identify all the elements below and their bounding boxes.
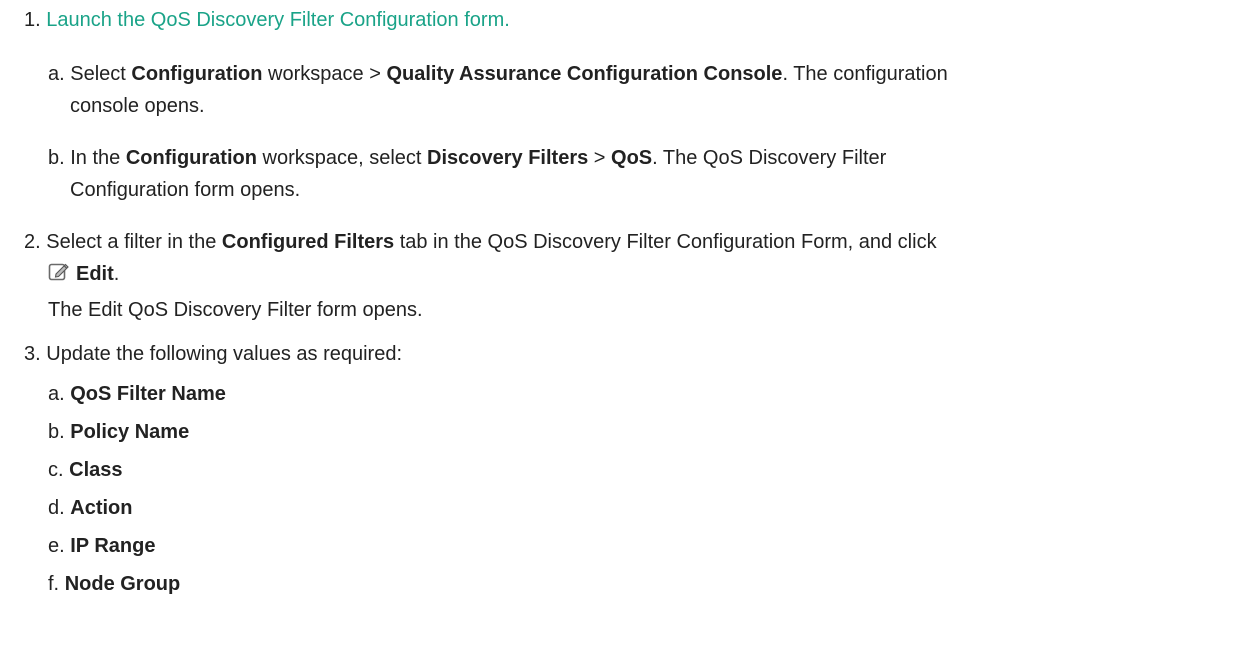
step-1b-line-2: Configuration form opens. <box>70 178 300 202</box>
step-1b-text: Configuration form opens. <box>70 179 301 201</box>
step-1a-text: workspace > <box>262 63 387 85</box>
step-3-text: Update the following values as required: <box>46 343 403 365</box>
list-item: b. Policy Name <box>48 420 189 444</box>
field-name: Node Group <box>64 573 181 595</box>
step-2-line-2: Edit. <box>76 262 119 286</box>
list-item: f. Node Group <box>48 572 180 596</box>
qa-console-term: Quality Assurance Configuration Console <box>386 63 783 85</box>
procedure-document: 1. Launch the QoS Discovery Filter Confi… <box>0 0 1245 647</box>
step-2-text: . <box>113 263 120 285</box>
field-name: Action <box>70 497 133 519</box>
list-item-label: b. <box>48 421 65 443</box>
step-1b-text: In the <box>70 147 126 169</box>
list-item: d. Action <box>48 496 132 520</box>
step-1a-text: . The configuration <box>782 63 948 85</box>
step-2-note-text: The Edit QoS Discovery Filter form opens… <box>48 299 423 321</box>
step-2-text: tab in the QoS Discovery Filter Configur… <box>394 231 937 253</box>
step-2-number: 2. <box>24 231 41 253</box>
list-item: c. Class <box>48 458 123 482</box>
discovery-filters-term: Discovery Filters <box>427 147 589 169</box>
list-item-label: e. <box>48 535 65 557</box>
step-2-text: Select a filter in the <box>46 231 222 253</box>
configuration-term: Configuration <box>131 63 263 85</box>
edit-term: Edit <box>76 263 114 285</box>
step-1b-text: > <box>588 147 612 169</box>
step-3-number: 3. <box>24 343 41 365</box>
list-item-label: d. <box>48 497 65 519</box>
step-1a-text: console opens. <box>70 95 205 117</box>
qos-term: QoS <box>611 147 653 169</box>
list-item-label: c. <box>48 459 64 481</box>
step-1-number: 1. <box>24 9 41 31</box>
list-item: a. QoS Filter Name <box>48 382 226 406</box>
step-1b-label: b. <box>48 147 65 169</box>
field-name: IP Range <box>70 535 156 557</box>
step-1b-text: . The QoS Discovery Filter <box>652 147 887 169</box>
configuration-term: Configuration <box>125 147 257 169</box>
step-1b-text: workspace, select <box>256 147 428 169</box>
list-item-label: f. <box>48 573 60 595</box>
pencil-edit-icon <box>48 260 70 282</box>
step-2-note: The Edit QoS Discovery Filter form opens… <box>48 298 423 322</box>
field-name: Policy Name <box>70 421 190 443</box>
step-2-line-1: 2. Select a filter in the Configured Fil… <box>24 230 937 254</box>
list-item-label: a. <box>48 383 65 405</box>
field-name: QoS Filter Name <box>70 383 226 405</box>
launch-form-link[interactable]: Launch the QoS Discovery Filter Configur… <box>46 9 510 31</box>
field-name: Class <box>69 459 123 481</box>
step-1a-line-2: console opens. <box>70 94 205 118</box>
step-1a-label: a. <box>48 63 65 85</box>
step-1b-line-1: b. In the Configuration workspace, selec… <box>48 146 886 170</box>
step-3: 3. Update the following values as requir… <box>24 342 402 366</box>
step-1a-line-1: a. Select Configuration workspace > Qual… <box>48 62 948 86</box>
configured-filters-term: Configured Filters <box>221 231 395 253</box>
list-item: e. IP Range <box>48 534 155 558</box>
step-1: 1. Launch the QoS Discovery Filter Confi… <box>24 8 510 32</box>
step-1a-text: Select <box>70 63 132 85</box>
